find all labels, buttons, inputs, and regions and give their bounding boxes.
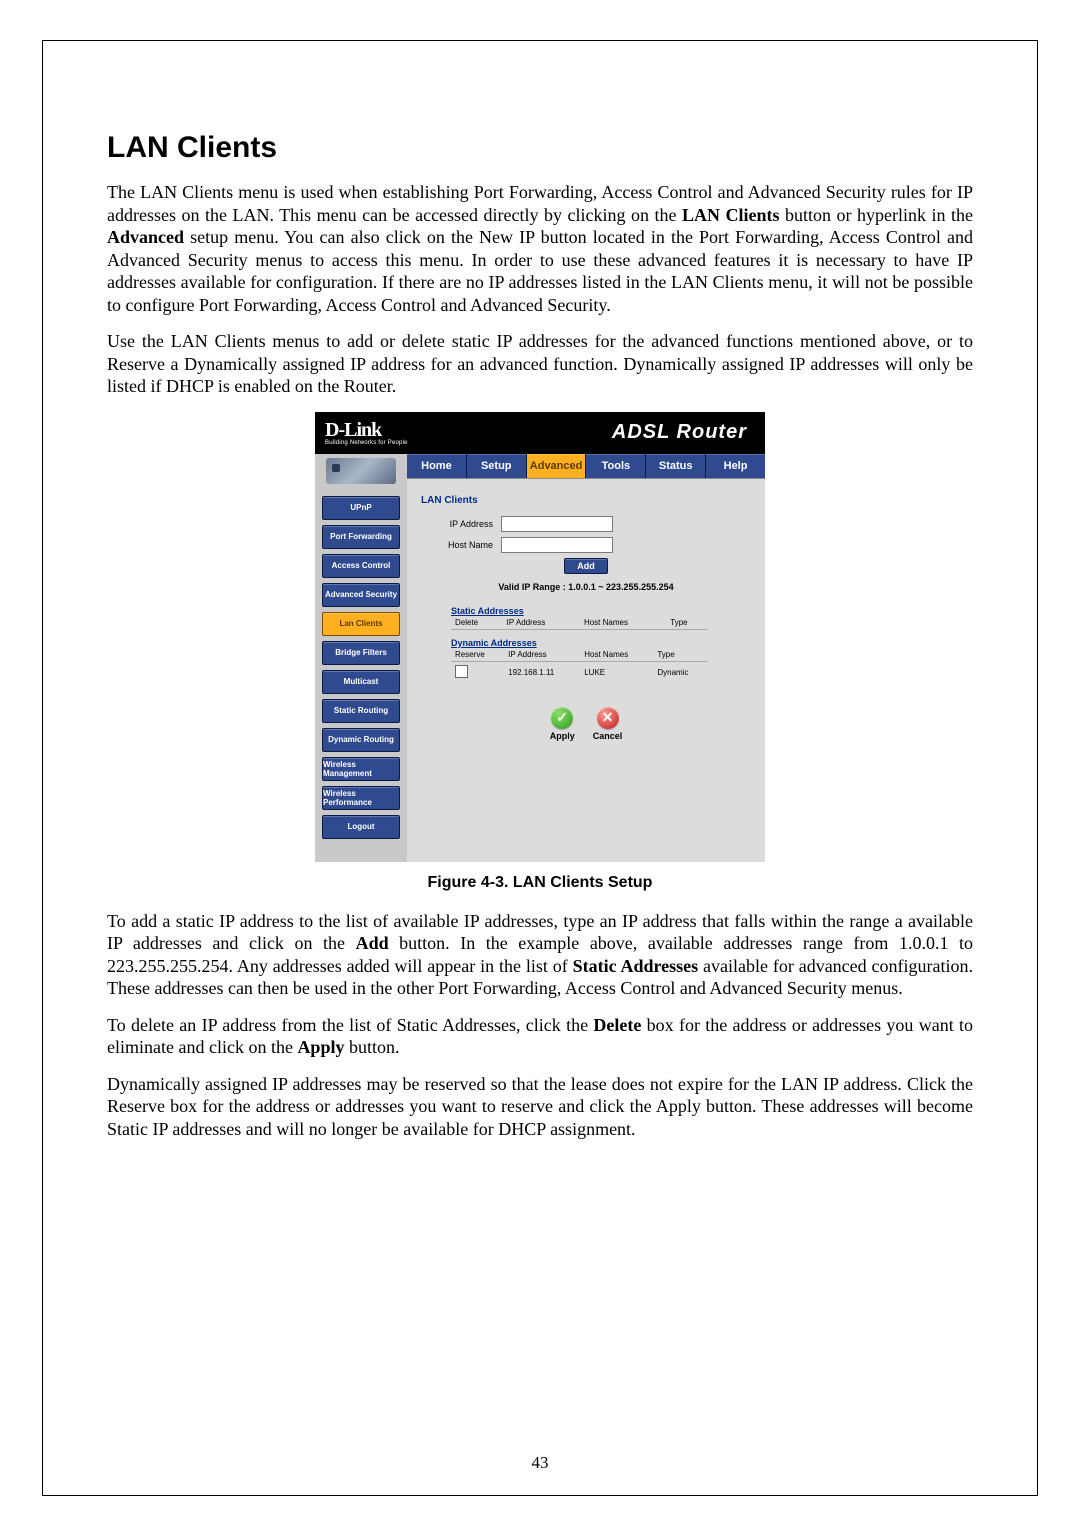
ip-address-label: IP Address	[421, 519, 501, 529]
body-paragraph-3: To add a static IP address to the list o…	[107, 910, 973, 1000]
host-name-label: Host Name	[421, 540, 501, 550]
ip-address-row: IP Address	[421, 516, 751, 532]
cancel-label: Cancel	[593, 731, 623, 741]
close-icon: ✕	[597, 707, 619, 729]
sidebar-item-wireless-performance[interactable]: Wireless Performance	[322, 786, 400, 810]
tab-advanced[interactable]: Advanced	[527, 454, 587, 478]
tab-setup[interactable]: Setup	[467, 454, 527, 478]
static-addresses-table: Delete IP Address Host Names Type	[451, 616, 708, 630]
tab-status[interactable]: Status	[646, 454, 706, 478]
dlink-logo: D-Link Building Networks for People	[325, 420, 408, 446]
sidebar-item-lan-clients[interactable]: Lan Clients	[322, 612, 400, 636]
apply-button[interactable]: ✓ Apply	[550, 707, 575, 741]
dynamic-addresses-title: Dynamic Addresses	[451, 638, 751, 648]
range-prefix: Valid IP Range :	[498, 582, 568, 592]
host-name-input[interactable]	[501, 537, 613, 553]
text: button.	[344, 1037, 399, 1057]
apply-label: Apply	[550, 731, 575, 741]
table-header-row: Reserve IP Address Host Names Type	[451, 648, 708, 662]
add-button[interactable]: Add	[564, 558, 608, 574]
cell-host: LUKE	[580, 661, 653, 683]
sidebar-item-advanced-security[interactable]: Advanced Security	[322, 583, 400, 607]
valid-ip-range: Valid IP Range : 1.0.0.1 ~ 223.255.255.2…	[421, 582, 751, 592]
router-screenshot: D-Link Building Networks for People ADSL…	[315, 412, 765, 862]
col-ip: IP Address	[503, 616, 580, 630]
col-reserve: Reserve	[451, 648, 504, 662]
text-bold: Delete	[593, 1015, 641, 1035]
reserve-checkbox[interactable]	[455, 665, 468, 678]
sidebar-item-port-forwarding[interactable]: Port Forwarding	[322, 525, 400, 549]
tab-home[interactable]: Home	[407, 454, 467, 478]
panel-title: LAN Clients	[421, 495, 751, 506]
sidebar-item-dynamic-routing[interactable]: Dynamic Routing	[322, 728, 400, 752]
col-type: Type	[666, 616, 708, 630]
text-bold: Add	[356, 933, 389, 953]
logo-tagline: Building Networks for People	[325, 440, 408, 446]
col-host: Host Names	[580, 616, 666, 630]
router-title: ADSL Router	[612, 421, 747, 444]
col-delete: Delete	[451, 616, 503, 630]
body-paragraph-4: To delete an IP address from the list of…	[107, 1014, 973, 1059]
check-icon: ✓	[551, 707, 573, 729]
text-bold: Advanced	[107, 227, 184, 247]
sidebar-item-multicast[interactable]: Multicast	[322, 670, 400, 694]
page-number: 43	[43, 1453, 1037, 1473]
content-panel: LAN Clients IP Address Host Name Add	[407, 479, 765, 862]
text-bold: Static Addresses	[573, 956, 699, 976]
text: setup menu. You can also click on the Ne…	[107, 227, 973, 315]
intro-paragraph-2: Use the LAN Clients menus to add or dele…	[107, 330, 973, 398]
table-header-row: Delete IP Address Host Names Type	[451, 616, 708, 630]
top-nav: Home Setup Advanced Tools Status Help	[407, 454, 765, 479]
sidebar-item-access-control[interactable]: Access Control	[322, 554, 400, 578]
tab-tools[interactable]: Tools	[586, 454, 646, 478]
text: button or hyperlink in the	[780, 205, 973, 225]
device-image	[326, 458, 396, 484]
figure-caption: Figure 4-3. LAN Clients Setup	[107, 874, 973, 892]
sidebar: UPnP Port Forwarding Access Control Adva…	[315, 454, 407, 862]
cancel-button[interactable]: ✕ Cancel	[593, 707, 623, 741]
page-title: LAN Clients	[107, 131, 973, 165]
col-type: Type	[653, 648, 708, 662]
cell-ip: 192.168.1.11	[504, 661, 580, 683]
ip-address-input[interactable]	[501, 516, 613, 532]
sidebar-item-upnp[interactable]: UPnP	[322, 496, 400, 520]
action-row: ✓ Apply ✕ Cancel	[421, 707, 751, 741]
cell-type: Dynamic	[653, 661, 708, 683]
col-host: Host Names	[580, 648, 653, 662]
static-addresses-title: Static Addresses	[451, 606, 751, 616]
text-bold: Apply	[297, 1037, 344, 1057]
range-value: 1.0.0.1 ~ 223.255.255.254	[568, 582, 673, 592]
col-ip: IP Address	[504, 648, 580, 662]
text-bold: LAN Clients	[682, 205, 780, 225]
router-header: D-Link Building Networks for People ADSL…	[315, 412, 765, 454]
sidebar-item-logout[interactable]: Logout	[322, 815, 400, 839]
sidebar-item-wireless-management[interactable]: Wireless Management	[322, 757, 400, 781]
body-paragraph-5: Dynamically assigned IP addresses may be…	[107, 1073, 973, 1141]
sidebar-item-bridge-filters[interactable]: Bridge Filters	[322, 641, 400, 665]
table-row: 192.168.1.11 LUKE Dynamic	[451, 661, 708, 683]
intro-paragraph-1: The LAN Clients menu is used when establ…	[107, 181, 973, 316]
tab-help[interactable]: Help	[706, 454, 765, 478]
sidebar-item-static-routing[interactable]: Static Routing	[322, 699, 400, 723]
logo-text: D-Link	[325, 419, 381, 441]
host-name-row: Host Name	[421, 537, 751, 553]
dynamic-addresses-table: Reserve IP Address Host Names Type 192.1…	[451, 648, 708, 683]
text: To delete an IP address from the list of…	[107, 1015, 593, 1035]
